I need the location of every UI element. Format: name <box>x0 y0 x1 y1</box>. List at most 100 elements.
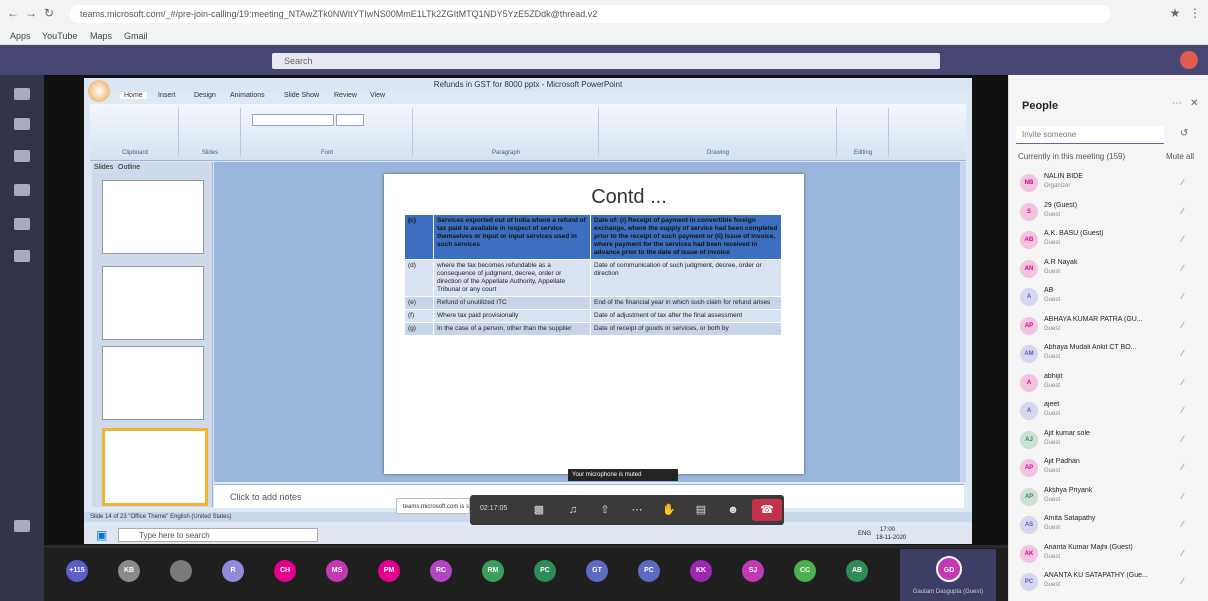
participant-avatar[interactable]: R <box>222 560 244 582</box>
slide-thumbnail-selected[interactable] <box>102 428 208 506</box>
participant-avatar[interactable]: SJ <box>742 560 764 582</box>
participant-row[interactable]: AS Amita Satapathy Guest ∕ <box>1016 512 1202 540</box>
reload-icon[interactable]: ↻ <box>42 6 56 20</box>
participant-row[interactable]: AK Ananta Kumar Majhi (Guest) Guest ∕ <box>1016 541 1202 569</box>
pane-tab-slides[interactable]: Slides <box>94 164 113 171</box>
participant-row[interactable]: AB A.K. BASU (Guest) Guest ∕ <box>1016 227 1202 255</box>
files-icon[interactable] <box>14 250 30 262</box>
participant-avatar[interactable]: RC <box>430 560 452 582</box>
participant-row[interactable]: AJ Ajit kumar sole Guest ∕ <box>1016 427 1202 455</box>
self-avatar: GD <box>936 556 962 582</box>
bookmark-youtube[interactable]: YouTube <box>42 30 77 42</box>
teams-search-input[interactable]: Search <box>272 53 940 69</box>
slide-thumbnail[interactable] <box>102 346 204 420</box>
participant-avatar[interactable]: +115 <box>66 560 88 582</box>
participant-row[interactable]: Aajeet Guest ∕ <box>1016 398 1202 426</box>
share-screen-icon[interactable]: ⇧ <box>598 503 612 517</box>
vertical-scrollbar[interactable] <box>960 162 966 482</box>
participant-role: Guest <box>1044 325 1061 332</box>
participant-row[interactable]: AN A.R Nayak Guest ∕ <box>1016 256 1202 284</box>
participant-row[interactable]: S 29 (Guest) Guest ∕ <box>1016 199 1202 227</box>
address-bar[interactable]: teams.microsoft.com/_#/pre-join-calling/… <box>70 5 1110 23</box>
back-icon[interactable]: ← <box>6 6 20 20</box>
user-avatar[interactable] <box>1180 51 1198 69</box>
mic-muted-tooltip: Your microphone is muted <box>568 469 678 481</box>
participant-avatar[interactable]: RM <box>482 560 504 582</box>
participant-avatar[interactable]: PM <box>378 560 400 582</box>
more-options-icon[interactable]: ⋯ <box>1172 98 1182 109</box>
more-actions-icon[interactable]: ⋯ <box>630 503 644 517</box>
microphone-icon[interactable]: ♫ <box>566 503 580 517</box>
participants-icon[interactable]: ☻ <box>726 503 740 517</box>
windows-start-icon[interactable]: ▣ <box>96 528 110 542</box>
participant-avatar[interactable]: GT <box>586 560 608 582</box>
forward-icon[interactable]: → <box>24 6 38 20</box>
activity-icon[interactable] <box>14 88 30 100</box>
participant-row[interactable]: A AB Guest ∕ <box>1016 284 1202 312</box>
raise-hand-icon[interactable]: ✋ <box>662 503 676 517</box>
participant-row[interactable]: NB NALIN BIDE Organizer ∕ <box>1016 170 1202 198</box>
participant-avatar[interactable]: AB <box>846 560 868 582</box>
bookmark-gmail[interactable]: Gmail <box>124 30 148 42</box>
menu-icon[interactable]: ⋮ <box>1188 6 1202 20</box>
participant-avatar[interactable]: CC <box>794 560 816 582</box>
participant-row[interactable]: PC ANANTA KU SATAPATHY (Gue... Guest ∕ <box>1016 569 1202 597</box>
teams-icon[interactable] <box>14 150 30 162</box>
font-name-box[interactable] <box>252 114 334 126</box>
participant-avatar[interactable]: MS <box>326 560 348 582</box>
office-button-icon[interactable] <box>88 80 110 102</box>
participant-role: Guest <box>1044 268 1061 275</box>
participant-row[interactable]: AP Ajit Padhan Guest ∕ <box>1016 455 1202 483</box>
slide-thumbnail[interactable] <box>102 266 204 340</box>
pane-tab-outline[interactable]: Outline <box>118 164 140 171</box>
windows-search-box[interactable]: Type here to search <box>118 528 318 542</box>
participant-avatar[interactable]: PC <box>638 560 660 582</box>
mute-all-button[interactable]: Mute all <box>1166 152 1194 161</box>
mic-muted-icon: ∕ <box>1182 376 1184 387</box>
tab-insert[interactable]: Insert <box>158 92 176 99</box>
participant-role: Guest <box>1044 553 1061 560</box>
slide-title: Contd ... <box>591 186 667 208</box>
bookmark-maps[interactable]: Maps <box>90 30 112 42</box>
close-icon[interactable]: ✕ <box>1190 98 1198 109</box>
calls-icon[interactable] <box>14 218 30 230</box>
participant-row[interactable]: Aabhijit Guest ∕ <box>1016 370 1202 398</box>
participant-avatar[interactable]: KB <box>118 560 140 582</box>
tab-view[interactable]: View <box>370 92 385 99</box>
bookmark-apps[interactable]: Apps <box>10 30 31 42</box>
language-indicator[interactable]: ENG <box>858 531 871 537</box>
participant-avatar[interactable]: PC <box>534 560 556 582</box>
participant-avatar[interactable] <box>170 560 192 582</box>
avatar: AS <box>1020 516 1038 534</box>
share-invite-icon[interactable]: ↺ <box>1180 128 1188 139</box>
table-cell-date: Date of: (i) Receipt of payment in conve… <box>590 214 782 260</box>
in-meeting-count[interactable]: Currently in this meeting (159) <box>1018 152 1125 161</box>
slide-thumbnail[interactable] <box>102 180 204 254</box>
participant-name: Ajit Padhan <box>1044 458 1080 465</box>
table-cell-date: Date of communication of such judgment, … <box>590 259 782 297</box>
tab-animations[interactable]: Animations <box>230 92 265 99</box>
participant-row[interactable]: AP Akshya Priyank Guest ∕ <box>1016 484 1202 512</box>
avatar: AJ <box>1020 430 1038 449</box>
camera-icon[interactable]: ▩ <box>532 503 546 517</box>
chat-icon[interactable]: ▤ <box>694 503 708 517</box>
tab-home[interactable]: Home <box>120 92 147 99</box>
participant-row[interactable]: AP ABHAYA KUMAR PATRA (GU... Guest ∕ <box>1016 313 1202 341</box>
font-size-box[interactable] <box>336 114 364 126</box>
chat-icon[interactable] <box>14 118 30 130</box>
participant-avatar[interactable]: KK <box>690 560 712 582</box>
tab-slide-show[interactable]: Slide Show <box>284 92 319 99</box>
apps-icon[interactable] <box>14 520 30 532</box>
hang-up-button[interactable]: ☎ <box>752 499 782 521</box>
table-row: (f) Where tax paid provisionally Date of a… <box>404 309 782 323</box>
participant-role: Guest <box>1044 468 1061 474</box>
extensions-icon[interactable]: ★ <box>1168 6 1182 20</box>
mic-muted-icon: ∕ <box>1182 205 1184 216</box>
invite-input[interactable]: Invite someone <box>1016 126 1164 144</box>
participant-avatar[interactable]: CH <box>274 560 296 582</box>
participant-row[interactable]: AM Abhaya Mudali Ankit CT BO... Guest ∕ <box>1016 341 1202 369</box>
tab-review[interactable]: Review <box>334 92 357 99</box>
calendar-icon[interactable] <box>14 184 30 196</box>
tab-design[interactable]: Design <box>194 92 216 99</box>
table-cell-date: Date of receipt of goods or services, or… <box>590 322 782 336</box>
